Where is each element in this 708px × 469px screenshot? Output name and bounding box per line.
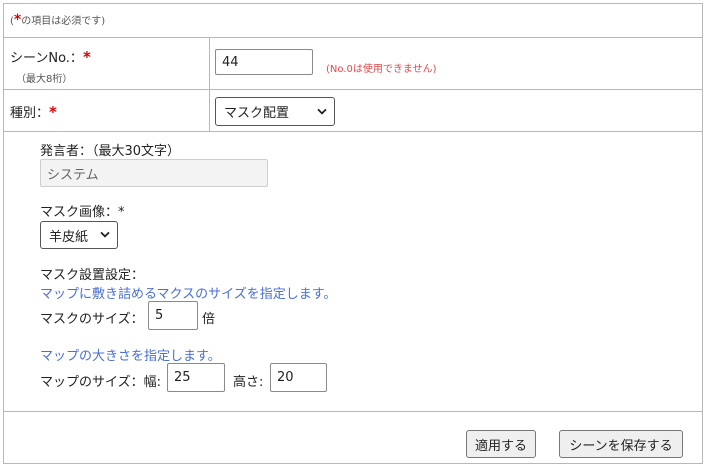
mask-size-unit: 倍 (202, 312, 216, 327)
type-selected-value: マスク配置 (224, 106, 290, 121)
mask-settings-hint: マップに敷き詰めるマクスのサイズを指定します。 (40, 287, 337, 302)
scene-no-label-text: シーンNo.： (10, 51, 83, 66)
apply-button[interactable]: 適用する (466, 430, 536, 458)
scene-no-sublabel: （最大8桁） (16, 74, 73, 85)
mask-image-select[interactable]: 羊皮紙 (40, 221, 118, 249)
scene-form: (*の項目は必須です) シーンNo.：* （最大8桁） (No.0は使用できませ… (3, 3, 703, 464)
speaker-input[interactable] (40, 159, 268, 187)
scene-no-warning: (No.0は使用できません) (326, 64, 437, 75)
save-scene-button[interactable]: シーンを保存する (559, 430, 683, 458)
divider (4, 37, 702, 38)
divider (4, 89, 702, 90)
required-note-text: の項目は必須です) (21, 16, 106, 27)
required-star: * (82, 48, 91, 66)
type-select[interactable]: マスク配置 (215, 97, 335, 126)
map-height-input[interactable] (270, 363, 327, 392)
map-size-hint: マップの大きさを指定します。 (40, 349, 221, 364)
map-size-height-label: 高さ: (233, 375, 264, 390)
divider (4, 131, 702, 132)
scene-no-label: シーンNo.：* (10, 47, 91, 66)
map-width-input[interactable] (167, 363, 225, 392)
type-label-text: 種別： (10, 106, 50, 121)
mask-image-selected-value: 羊皮紙 (49, 229, 89, 245)
speaker-label: 発言者：（最大30文字） (40, 144, 181, 159)
type-label: 種別：* (10, 102, 57, 121)
mask-size-label: マスクのサイズ： (40, 312, 144, 327)
divider (4, 411, 702, 412)
chevron-down-icon (317, 108, 327, 115)
required-note: (*の項目は必須です) (10, 12, 105, 28)
map-size-width-label: マップのサイズ：幅: (40, 375, 161, 390)
column-divider (209, 38, 210, 132)
chevron-down-icon (100, 231, 110, 238)
mask-settings-label: マスク設置設定： (40, 268, 145, 283)
mask-image-label: マスク画像：* (40, 205, 125, 220)
mask-size-input[interactable] (148, 301, 198, 330)
required-star: * (49, 103, 57, 121)
scene-no-input[interactable] (215, 49, 313, 75)
